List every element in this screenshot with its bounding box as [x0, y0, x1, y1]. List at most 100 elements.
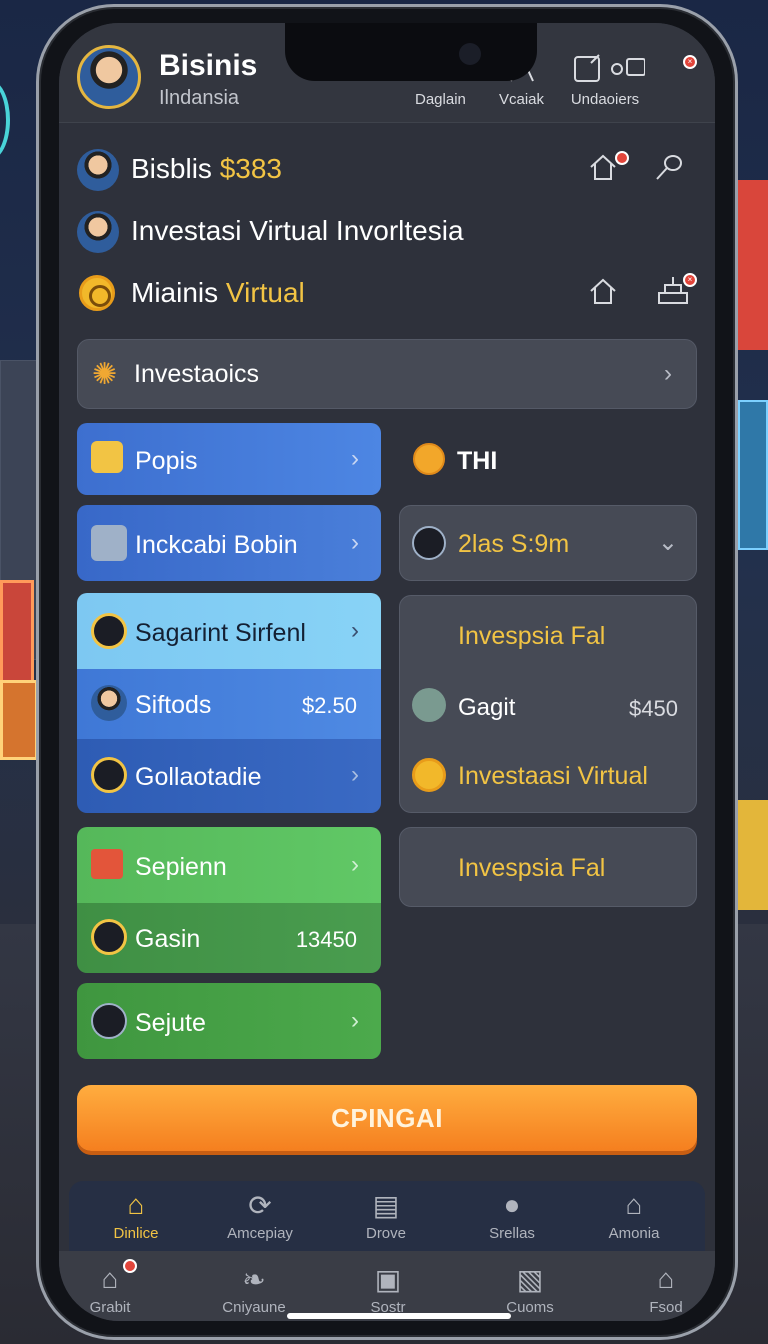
thi-label: THI — [457, 447, 498, 475]
building-icon — [91, 525, 127, 561]
sepienn-label: Sepienn — [135, 853, 227, 881]
list-item-sagarint[interactable]: Sagarint Sirfenl › — [77, 593, 381, 669]
nav-label: Amcepiay — [227, 1225, 293, 1242]
notification-badge: × — [683, 273, 697, 287]
nav-label: Srellas — [489, 1225, 535, 1242]
gagit-label[interactable]: Gagit — [458, 694, 515, 722]
coin-icon — [79, 275, 115, 311]
chevron-right-icon: › — [351, 617, 359, 644]
chevron-right-icon: › — [664, 360, 672, 387]
chevron-right-icon: › — [351, 1007, 359, 1034]
refresh-icon: ⟳ — [248, 1190, 272, 1221]
user-name: Bisblis $383 — [131, 153, 282, 185]
investaasi-label[interactable]: Investaasi Virtual — [458, 762, 648, 791]
investasi-row: Investasi Virtual Invorltesia — [59, 203, 715, 259]
document-icon: ▤ — [372, 1190, 400, 1221]
nav-item-amcepiay[interactable]: ⟳ Amcepiay — [205, 1189, 315, 1242]
nav-label: Cuoms — [506, 1299, 554, 1316]
chevron-down-icon: ⌄ — [657, 529, 678, 556]
top-nav-undaoiers[interactable]: Undaoiers — [565, 53, 646, 108]
link-icon — [91, 1003, 127, 1039]
siftods-value: $2.50 — [301, 693, 357, 718]
nav-label: Dinlice — [113, 1225, 159, 1242]
nav-label: Amonia — [608, 1225, 660, 1242]
nav-item-drove[interactable]: ▤ Drove — [331, 1189, 441, 1242]
nav-item-dinlice[interactable]: ⌂ Dinlice — [81, 1189, 191, 1242]
nav-item-srellas[interactable]: ● Srellas — [457, 1189, 567, 1242]
user-balance: $383 — [219, 153, 282, 184]
sagarint-label: Sagarint Sirfenl — [135, 619, 306, 647]
notification-badge — [615, 151, 629, 165]
invespsia-card[interactable]: Invespsia Fal — [399, 827, 697, 907]
card-sejute[interactable]: Sejute › — [77, 983, 381, 1059]
nav-item-amonia[interactable]: ⌂ Amonia — [579, 1189, 689, 1242]
neon-sign-right-yellow — [738, 800, 768, 910]
list-item-sepienn[interactable]: Sepienn › — [77, 827, 381, 903]
home-icon[interactable] — [587, 275, 619, 314]
siftods-label: Siftods — [135, 691, 212, 719]
gasin-value: 13450 — [295, 927, 357, 952]
user-balance-row[interactable]: Bisblis $383 — [59, 141, 715, 197]
nav-item-cniyaune[interactable]: ❧ Cniyaune — [199, 1263, 309, 1316]
link-icon — [412, 526, 446, 560]
house-icon: ⌂ — [625, 1189, 643, 1220]
nav-item-sostr[interactable]: ▣ Sostr — [333, 1263, 443, 1316]
bottom-nav-primary: ⌂ Dinlice ⟳ Amcepiay ▤ Drove ● Srellas ⌂… — [69, 1181, 705, 1251]
list-item-siftods[interactable]: Siftods $2.50 — [77, 669, 381, 739]
chevron-right-icon: › — [351, 445, 359, 472]
user-name-text: Bisblis — [131, 153, 212, 184]
investasi-text: Investasi Virtual Invorltesia — [131, 215, 464, 246]
sejute-label: Sejute — [135, 1009, 206, 1037]
nav-item-cuoms[interactable]: ▧ Cuoms — [475, 1263, 585, 1316]
gagit-value: $450 — [629, 696, 678, 721]
coin-icon — [91, 919, 127, 955]
gollaotadie-label: Gollaotadie — [135, 763, 262, 791]
dollar-icon — [91, 757, 127, 793]
mainis-highlight: Virtual — [225, 277, 305, 308]
top-nav-label: Vcaiak — [499, 91, 545, 108]
camera-icon — [459, 43, 481, 65]
nav-label: Cniyaune — [222, 1299, 286, 1316]
investaoics-label: Investaoics — [134, 360, 260, 388]
chevron-right-icon: › — [351, 761, 359, 788]
nav-item-fsod[interactable]: ⌂ Fsod — [611, 1263, 715, 1316]
top-nav-label: Daglain — [415, 91, 466, 108]
feather-icon[interactable] — [653, 151, 685, 190]
bottom-nav-secondary: ⌂ Grabit ❧ Cniyaune ▣ Sostr ▧ Cuoms ⌂ Fs… — [59, 1251, 715, 1321]
nav-label: Fsod — [649, 1299, 683, 1316]
card-inckcabi[interactable]: Inckcabi Bobin › — [77, 505, 381, 581]
mainis-prefix: Miainis — [131, 277, 219, 308]
nav-label: Drove — [365, 1225, 406, 1242]
neon-sign-right-blue — [738, 400, 768, 550]
list-item-gollaotadie[interactable]: Gollaotadie › — [77, 739, 381, 813]
card-popis[interactable]: Popis › — [77, 423, 381, 495]
inckcabi-label: Inckcabi Bobin — [135, 531, 298, 559]
top-nav-label: Undaoiers — [570, 91, 640, 108]
investaoics-bar[interactable]: ✺ Investaoics › — [77, 339, 697, 409]
edit-icon — [565, 53, 646, 85]
notification-badge: × — [683, 55, 697, 69]
building-icon: ⌂ — [657, 1263, 675, 1294]
invespsia-title[interactable]: Invespsia Fal — [458, 622, 605, 651]
user-avatar — [77, 149, 119, 191]
list-icon — [91, 441, 123, 473]
app-subtitle: Ilndansia — [159, 87, 240, 109]
neon-sign-left — [0, 580, 34, 690]
chevron-right-icon: › — [351, 851, 359, 878]
home-icon: ⌂ — [127, 1189, 145, 1220]
neon-sign-right — [736, 180, 768, 350]
image-icon: ▧ — [516, 1264, 544, 1295]
home-indicator[interactable] — [287, 1313, 511, 1319]
phone-frame: Bisinis Ilndansia ⌄ Daglain Vcaiak Undao… — [36, 4, 738, 1340]
nav-item-grabit[interactable]: ⌂ Grabit — [59, 1263, 165, 1316]
profile-avatar[interactable] — [77, 45, 141, 109]
card-group-sepienn: Sepienn › Gasin 13450 — [77, 827, 381, 973]
list-item-gasin[interactable]: Gasin 13450 — [77, 903, 381, 973]
time-dropdown[interactable]: 2las S:9m ⌄ — [399, 505, 697, 581]
mainis-row[interactable]: Miainis Virtual × — [59, 265, 715, 321]
coin-icon — [413, 443, 445, 475]
popis-label: Popis — [135, 447, 198, 475]
invespsia-panel: Invespsia Fal Gagit $450 Investaasi Virt… — [399, 595, 697, 813]
neon-ring-decoration — [0, 80, 10, 160]
cpingai-button[interactable]: CPINGAI — [77, 1085, 697, 1151]
